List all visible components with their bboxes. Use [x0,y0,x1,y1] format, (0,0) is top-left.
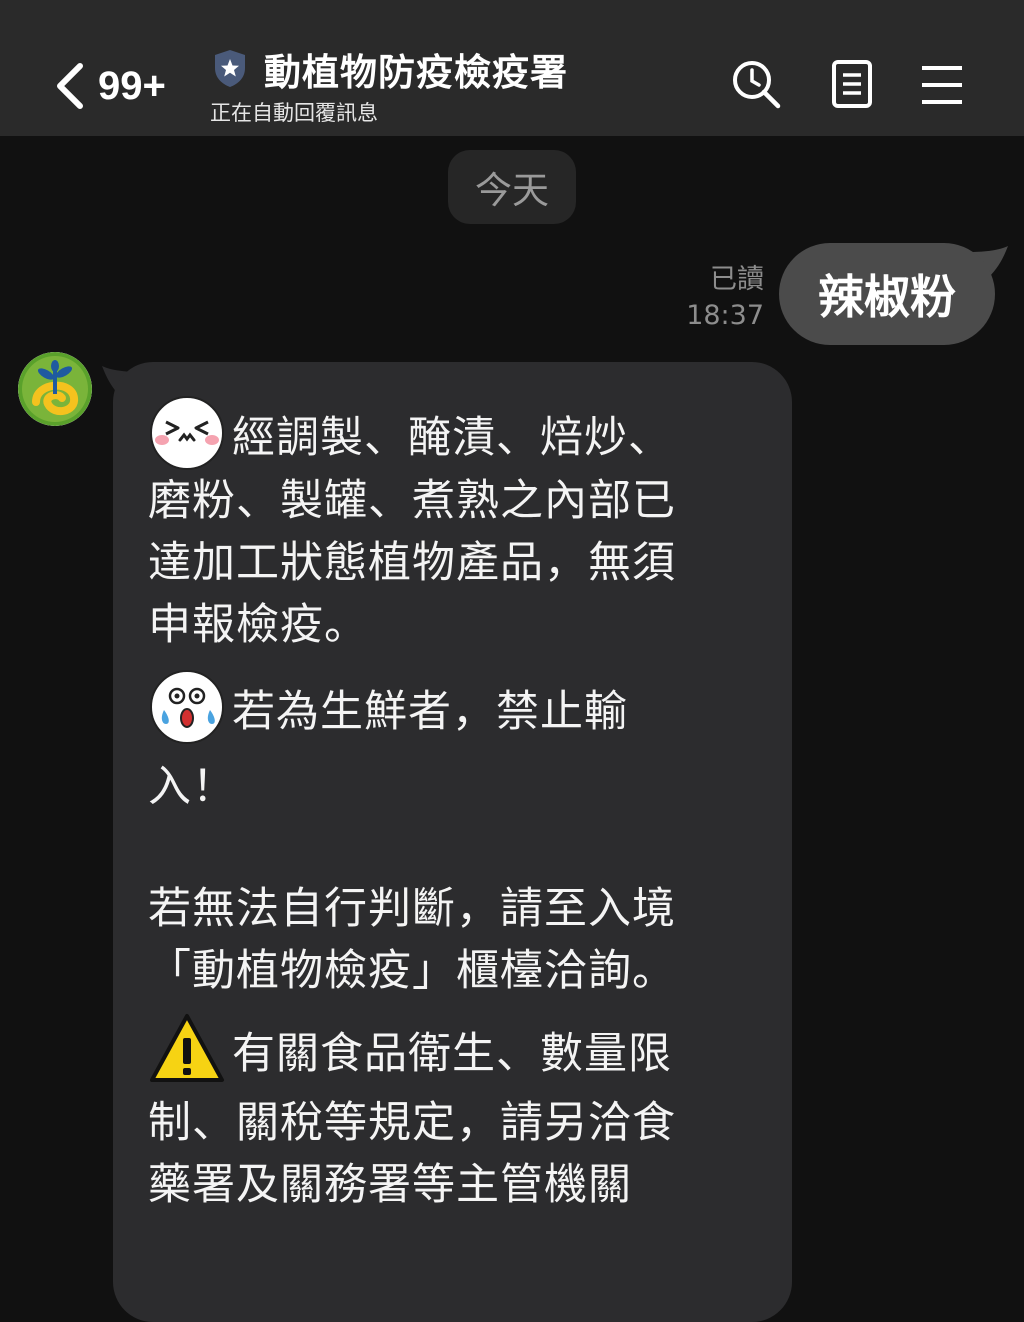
message-text: 申報檢疫。 [148,600,368,650]
message-text: 磨粉、製罐、煮熟之內部已 [148,476,676,526]
back-button[interactable]: 99+ [52,56,166,116]
shocked-crying-face-emoji [148,668,226,746]
sender-avatar[interactable] [18,352,92,426]
auto-reply-status: 正在自動回覆訊息 [210,101,378,125]
message-text: 藥署及關務署等主管機關 [148,1160,632,1210]
message-paragraph-4: 有關食品衛生、數量限 制、關稅等規定，請另洽食 藥署及關務署等主管機關 [148,1010,768,1216]
notes-button[interactable] [826,58,878,110]
message-paragraph-1: 經調製、醃漬、焙炒、 磨粉、製罐、煮熟之內部已 達加工狀態植物產品，無須 申報檢… [148,394,768,656]
outgoing-message-bubble[interactable]: 辣椒粉 [779,243,995,345]
chat-header: 99+ 動植物防疫檢疫署 正在自動回覆訊息 [0,0,1024,136]
message-paragraph-3: 若無法自行判斷，請至入境 「動植物檢疫」櫃檯洽詢。 [148,878,768,1002]
search-button[interactable] [730,58,782,110]
laughing-face-emoji [148,394,226,472]
read-status: 已讀 [710,264,764,295]
message-text: 制、關稅等規定，請另洽食 [148,1098,676,1148]
notes-icon [832,60,872,108]
message-text: 有關食品衛生、數量限 [232,1029,672,1079]
search-icon [733,61,781,109]
message-text: 若無法自行判斷，請至入境 [148,884,676,934]
menu-icon [922,66,962,104]
menu-button[interactable] [916,58,968,110]
message-line: 有關食品衛生、數量限 [148,1010,768,1086]
message-text: 經調製、醃漬、焙炒、 [232,413,672,463]
message-line: 經調製、醃漬、焙炒、 [148,394,768,470]
date-divider: 今天 [448,150,576,224]
message-meta: 已讀 18:37 [686,262,764,334]
message-time: 18:37 [686,300,764,331]
message-paragraph-2: 若為生鮮者，禁止輸 入！ [148,668,768,818]
shield-star-icon [215,50,245,87]
unread-count-badge: 99+ [98,63,166,108]
message-text: 「動植物檢疫」櫃檯洽詢。 [148,946,676,996]
message-line: 若為生鮮者，禁止輸 [148,668,768,744]
warning-sign-emoji [148,1010,226,1088]
chat-title[interactable]: 動植物防疫檢疫署 [264,42,568,96]
message-text: 若為生鮮者，禁止輸 [232,687,628,737]
chevron-left-icon [57,63,83,109]
plant-logo-icon [18,352,92,426]
message-text: 達加工狀態植物產品，無須 [148,538,676,588]
message-text: 入！ [148,762,236,812]
